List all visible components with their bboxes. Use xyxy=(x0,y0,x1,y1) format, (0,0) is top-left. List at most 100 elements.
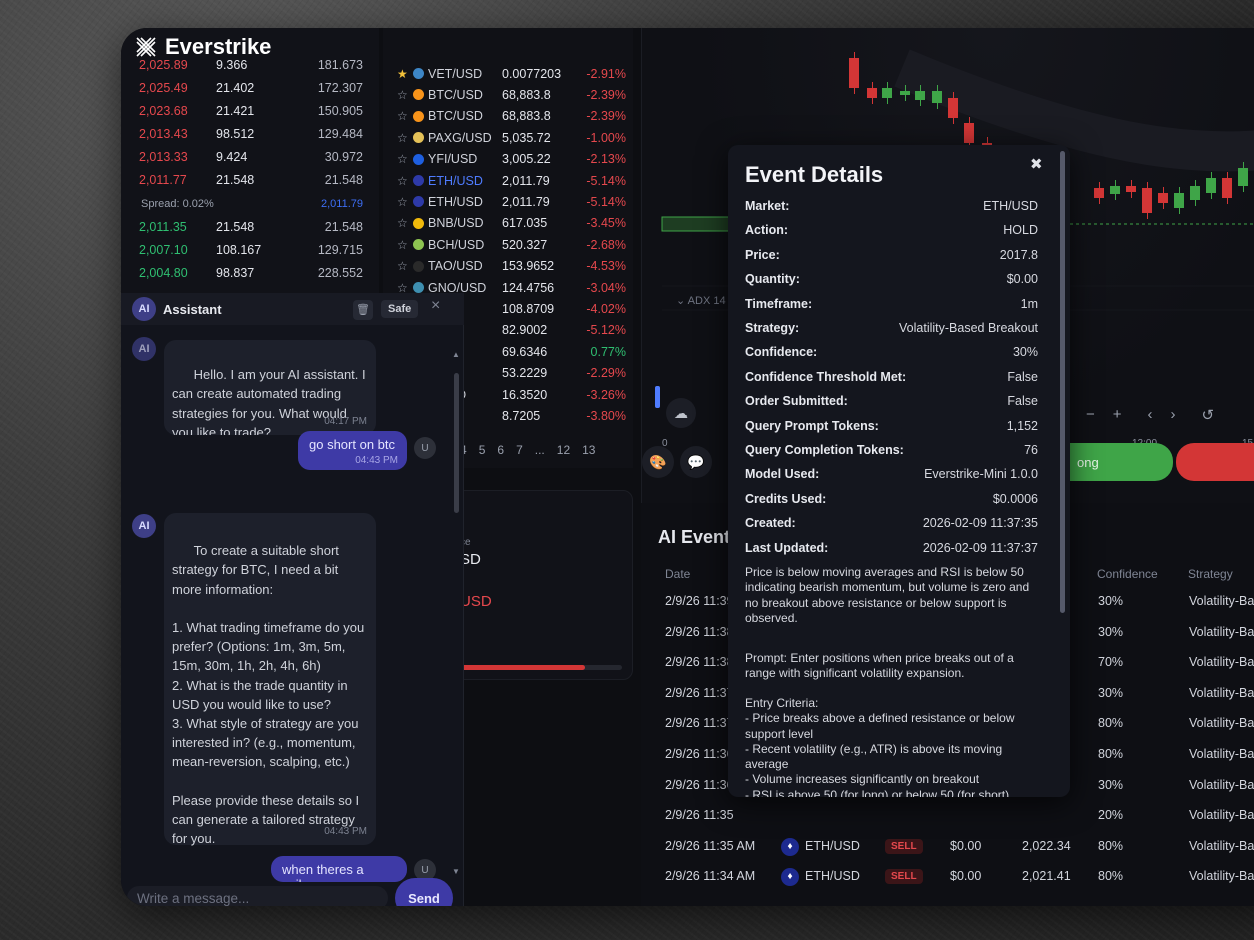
market-row[interactable]: ☆ BTC/USD 68,883.8 -2.39% xyxy=(397,84,627,105)
coin-icon xyxy=(413,196,424,208)
market-row[interactable]: ☆ PAXG/USD 5,035.72 -1.00% xyxy=(397,127,627,148)
ask-row[interactable]: 2,023.68 21.421 150.905 xyxy=(139,104,363,126)
scroll-left-icon[interactable]: ‹ xyxy=(1148,406,1153,424)
col-confidence: Confidence xyxy=(1097,567,1158,581)
market-row[interactable]: ★ VET/USD 0.0077203 -2.91% xyxy=(397,63,627,84)
detail-row: Action: HOLD xyxy=(745,223,1038,243)
market-change: -2.13% xyxy=(586,152,626,167)
star-icon[interactable]: ☆ xyxy=(397,195,413,209)
brand-logo[interactable]: Everstrike xyxy=(135,34,271,60)
candle-wick xyxy=(872,82,873,104)
market-change: -3.45% xyxy=(586,216,626,231)
page-link[interactable]: 13 xyxy=(582,443,595,457)
market-row[interactable]: ☆ ETH/USD 2,011.79 -5.14% xyxy=(397,191,627,212)
event-row[interactable]: 2/9/26 11:35 20% Volatility-Ba xyxy=(665,808,1254,838)
detail-value: Volatility-Based Breakout xyxy=(899,321,1038,335)
zoom-out-icon[interactable]: − xyxy=(1086,406,1095,424)
message-text: go short on btc xyxy=(309,437,395,452)
chat-scrollbar[interactable] xyxy=(454,373,459,513)
page-link[interactable]: 5 xyxy=(479,443,486,457)
market-row[interactable]: ☆ TAO/USD 153.9652 -4.53% xyxy=(397,256,627,277)
market-change: -5.14% xyxy=(586,194,626,209)
zoom-in-icon[interactable]: + xyxy=(1113,406,1122,424)
chat-icon[interactable]: 💬 xyxy=(680,446,712,478)
reset-icon[interactable]: ↺ xyxy=(1202,406,1215,424)
market-change: -3.80% xyxy=(586,408,626,423)
page-link[interactable]: ... xyxy=(535,443,545,457)
safe-mode-button[interactable]: Safe xyxy=(381,300,419,318)
ask-row[interactable]: 2,013.33 9.424 30.972 xyxy=(139,150,363,172)
coin-icon xyxy=(413,153,424,165)
star-icon[interactable]: ☆ xyxy=(397,131,413,145)
market-row[interactable]: ☆ YFI/USD 3,005.22 -2.13% xyxy=(397,149,627,170)
ask-total: 181.673 xyxy=(317,58,363,72)
close-icon[interactable]: × xyxy=(431,297,440,315)
scroll-right-icon[interactable]: › xyxy=(1171,406,1176,424)
star-icon[interactable]: ☆ xyxy=(397,259,413,273)
market-row[interactable]: ☆ BCH/USD 520.327 -2.68% xyxy=(397,234,627,255)
ask-row[interactable]: 2,025.89 9.366 181.673 xyxy=(139,58,363,80)
detail-label: Strategy: xyxy=(745,321,800,335)
bid-row[interactable]: 2,011.35 21.548 21.548 xyxy=(139,220,363,242)
detail-value: Everstrike-Mini 1.0.0 xyxy=(924,467,1038,482)
ai-message: To create a suitable short strategy for … xyxy=(164,513,376,846)
market-price: 69.6346 xyxy=(502,344,548,359)
scroll-up-icon[interactable]: ▲ xyxy=(452,350,460,359)
bid-row[interactable]: 2,007.10 108.167 129.715 xyxy=(139,243,363,265)
ask-row[interactable]: 2,013.43 98.512 129.484 xyxy=(139,127,363,149)
page-link[interactable]: 7 xyxy=(516,443,523,457)
message-text: when theres a spike xyxy=(282,862,364,882)
ask-price: 2,013.33 xyxy=(139,150,188,164)
page-link[interactable]: 6 xyxy=(497,443,504,457)
star-icon[interactable]: ☆ xyxy=(397,174,413,188)
star-icon[interactable]: ★ xyxy=(397,67,413,81)
chart-scroll-handle[interactable] xyxy=(655,386,660,408)
star-icon[interactable]: ☆ xyxy=(397,216,413,230)
coin-icon xyxy=(413,217,424,229)
ask-row[interactable]: 2,011.77 21.548 21.548 xyxy=(139,173,363,195)
candle-wick xyxy=(937,85,938,109)
coin-icon xyxy=(413,89,424,101)
market-row[interactable]: ☆ BTC/USD 68,883.8 -2.39% xyxy=(397,106,627,127)
trash-icon[interactable]: 🗑 xyxy=(353,300,373,320)
event-reasoning: Price is below moving averages and RSI i… xyxy=(745,565,1033,625)
bid-size: 21.548 xyxy=(216,220,255,234)
star-icon[interactable]: ☆ xyxy=(397,238,413,252)
star-icon[interactable]: ☆ xyxy=(397,109,413,123)
short-button[interactable] xyxy=(1176,443,1254,481)
bid-row[interactable]: 2,004.80 98.837 228.552 xyxy=(139,266,363,288)
market-change: -5.12% xyxy=(586,323,626,338)
detail-row: Model Used: Everstrike-Mini 1.0.0 xyxy=(745,467,1038,487)
event-row[interactable]: 2/9/26 11:34 AM ♦ ETH/USD SELL $0.00 2,021.41… xyxy=(665,868,1254,899)
send-button[interactable]: Send xyxy=(395,878,453,906)
ask-total: 21.548 xyxy=(324,173,363,187)
ask-row[interactable]: 2,025.49 21.402 172.307 xyxy=(139,81,363,103)
market-row[interactable]: ☆ BNB/USD 617.035 -3.45% xyxy=(397,213,627,234)
event-strategy: Volatility-Ba xyxy=(1189,777,1254,792)
candle-wick xyxy=(1147,182,1148,219)
ask-size: 21.421 xyxy=(216,104,255,118)
market-price: 16.3520 xyxy=(502,387,548,402)
market-row[interactable]: ☆ ETH/USD 2,011.79 -5.14% xyxy=(397,170,627,191)
message-input[interactable] xyxy=(127,886,388,906)
close-icon[interactable]: ✖ xyxy=(1030,155,1043,173)
cloud-icon[interactable]: ☁ xyxy=(666,398,696,428)
market-change: -3.26% xyxy=(586,387,626,402)
market-change: -4.02% xyxy=(586,301,626,316)
scroll-down-icon[interactable]: ▼ xyxy=(452,867,460,876)
detail-value: 1,152 xyxy=(1006,418,1038,433)
everstrike-logo-icon xyxy=(136,37,156,57)
indicator-label[interactable]: ⌄ ADX 14 xyxy=(676,294,726,307)
market-price: 520.327 xyxy=(502,237,548,252)
detail-value: 30% xyxy=(1012,345,1038,360)
event-date: 2/9/26 11:37 xyxy=(665,685,734,700)
market-price: 2,011.79 xyxy=(502,194,550,209)
candle-wick xyxy=(953,92,954,124)
star-icon[interactable]: ☆ xyxy=(397,88,413,102)
star-icon[interactable]: ☆ xyxy=(397,152,413,166)
market-price: 8.7205 xyxy=(502,408,541,423)
page-link[interactable]: 12 xyxy=(557,443,570,457)
event-row[interactable]: 2/9/26 11:35 AM ♦ ETH/USD SELL $0.00 2,022.34… xyxy=(665,837,1254,869)
modal-scrollbar[interactable] xyxy=(1060,151,1065,613)
palette-icon[interactable]: 🎨 xyxy=(642,446,674,478)
